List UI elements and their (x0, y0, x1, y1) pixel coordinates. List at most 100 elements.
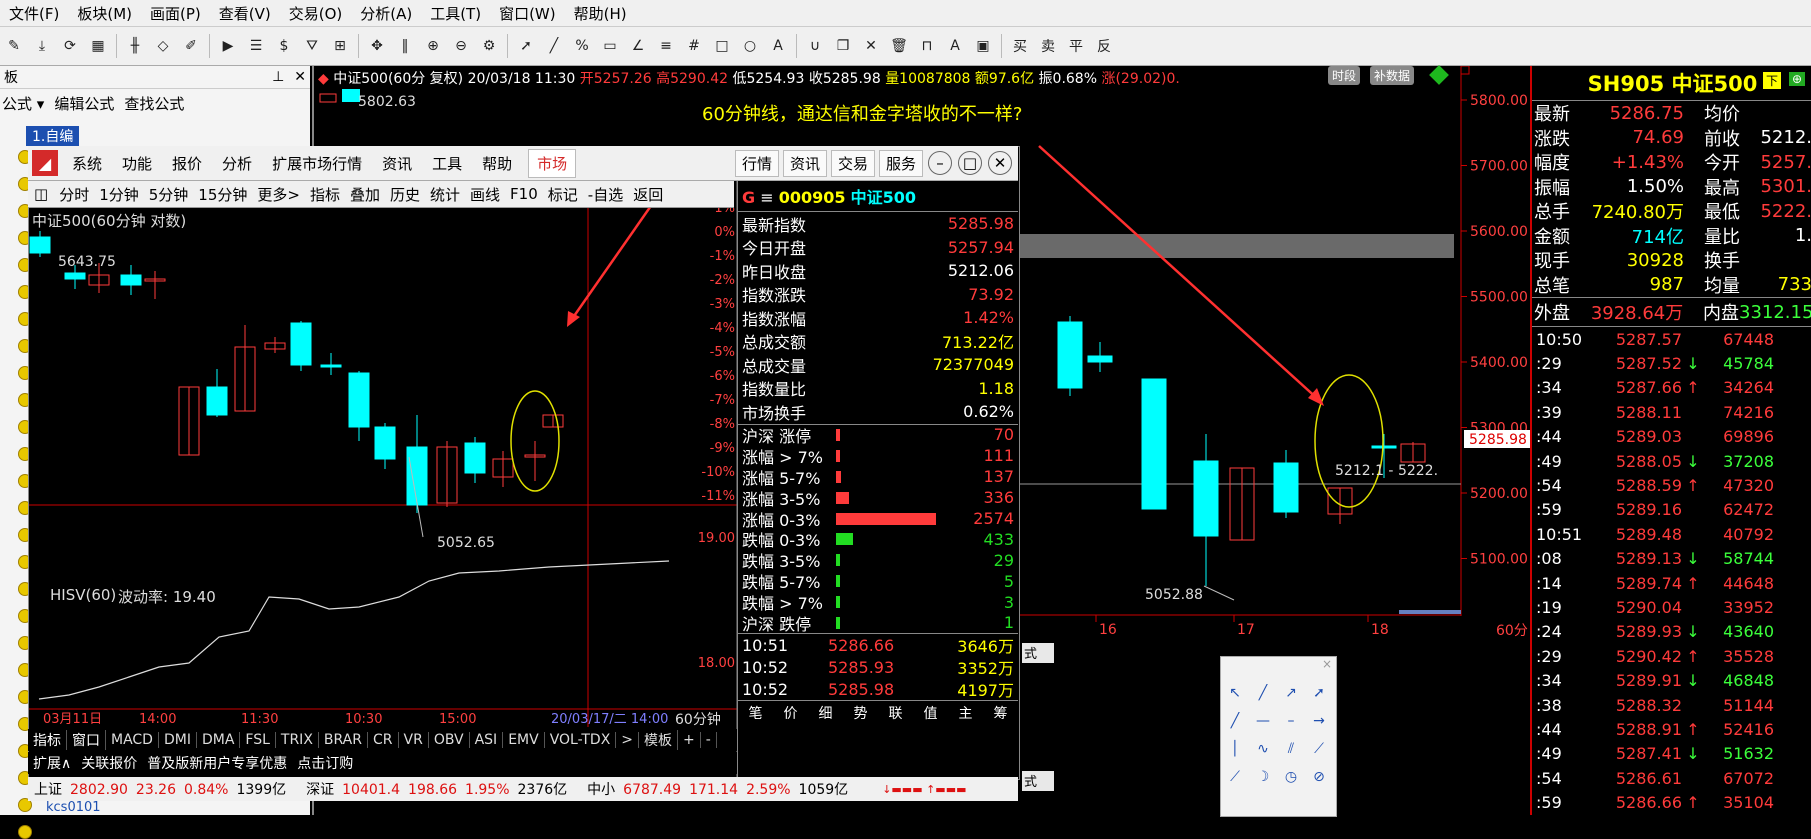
trash-icon[interactable]: 🗑 (888, 35, 910, 57)
palette-hray-icon[interactable]: → (1308, 710, 1330, 732)
indicator-tab[interactable]: 窗口 (67, 730, 106, 750)
down-btn-icon[interactable]: 下 (1762, 72, 1781, 89)
pin-icon[interactable]: ⊥ (272, 69, 284, 85)
quote-bottom-tab[interactable]: 细 (819, 703, 833, 723)
quote-menu-icon[interactable]: ≡ (760, 188, 773, 207)
indicator-tab[interactable]: VOL-TDX (545, 732, 617, 748)
palette-parallel-icon[interactable]: ⟋ (1224, 766, 1246, 788)
palette-channel-icon[interactable]: ⫽ (1280, 738, 1302, 760)
diamond-icon[interactable]: ◇ (152, 35, 174, 57)
indicator-tab[interactable]: DMA (197, 732, 241, 748)
switch-btn-icon[interactable]: ⊕ (1788, 72, 1805, 86)
chart-icon[interactable]: ⊞ (329, 35, 351, 57)
play-icon[interactable]: ▶ (217, 35, 239, 57)
indicator-tab[interactable]: VR (399, 732, 429, 748)
close-panel-icon[interactable]: ✕ (294, 69, 306, 85)
quote-bottom-tab[interactable]: 值 (924, 703, 938, 723)
window-menu-item[interactable]: 系统 (62, 153, 112, 174)
buy-icon[interactable]: 买 (1009, 35, 1031, 57)
window-nav-item[interactable]: 指标 (305, 184, 345, 205)
menu-item[interactable]: 板块(M) (68, 3, 141, 24)
palette-seg-icon[interactable]: ╱ (1224, 710, 1246, 732)
sell-icon[interactable]: 卖 (1037, 35, 1059, 57)
palette-pointer-icon[interactable]: ↖ (1224, 682, 1246, 704)
window-nav-item[interactable]: 画线 (465, 184, 505, 205)
indicator-tab[interactable]: TRIX (276, 732, 319, 748)
font-color-icon[interactable]: A (944, 35, 966, 57)
magnet-icon[interactable]: ∪ (804, 35, 826, 57)
window-nav-item[interactable]: 5分钟 (144, 184, 194, 205)
extension-tab[interactable]: 普及版新用户专享优惠 (142, 753, 292, 773)
index-status[interactable]: 上证 2802.90 23.26 0.84% 1399亿 (28, 779, 300, 799)
extension-tab[interactable]: 扩展∧ (28, 753, 76, 773)
style-button-2[interactable]: 式(N) (1022, 771, 1054, 805)
window-menu-item[interactable]: 功能 (112, 153, 162, 174)
palette-ellipse-icon[interactable]: ⊘ (1308, 766, 1330, 788)
circle-icon[interactable]: ○ (739, 35, 761, 57)
menu-item[interactable]: 工具(T) (421, 3, 490, 24)
extension-tab[interactable]: 点击订购 (292, 753, 358, 773)
palette-hseg-icon[interactable]: – (1280, 710, 1302, 732)
palette-vline-icon[interactable]: │ (1224, 738, 1246, 760)
palette-hline-icon[interactable]: — (1252, 710, 1274, 732)
palette-fan-icon[interactable]: ⟋ (1308, 738, 1330, 760)
indicator-tab[interactable]: - (701, 732, 717, 748)
zoom-in-icon[interactable]: ⊕ (422, 35, 444, 57)
reverse-icon[interactable]: 反 (1093, 35, 1115, 57)
quote-bottom-tab[interactable]: 势 (854, 703, 868, 723)
edit-icon[interactable]: ✐ (180, 35, 202, 57)
pointer-icon[interactable]: ➚ (515, 35, 537, 57)
palette-circle-icon[interactable]: ◷ (1280, 766, 1302, 788)
close-window-icon[interactable]: ✕ (988, 151, 1012, 175)
window-menu-item[interactable]: 报价 (162, 153, 212, 174)
palette-arc-icon[interactable]: ☽ (1252, 766, 1274, 788)
cursor-line-icon[interactable]: ‖ (394, 35, 416, 57)
menu-item[interactable]: 交易(O) (280, 3, 352, 24)
menu-item[interactable]: 查看(V) (210, 3, 280, 24)
window-nav-item[interactable]: 分时 (54, 184, 94, 205)
doc-icon[interactable]: ☰ (245, 35, 267, 57)
quote-bottom-tab[interactable]: 筹 (994, 703, 1008, 723)
save-icon[interactable]: ▣ (972, 35, 994, 57)
filter-icon[interactable]: ⛛ (301, 35, 323, 57)
menu-item[interactable]: 画面(P) (141, 3, 210, 24)
palette-ray-icon[interactable]: ↗ (1280, 682, 1302, 704)
refresh-icon[interactable]: ⟳ (59, 35, 81, 57)
window-nav-item[interactable]: 历史 (385, 184, 425, 205)
scroll-indicator[interactable] (1399, 610, 1461, 614)
palette-close-icon[interactable]: × (1221, 657, 1336, 679)
window-right-tab[interactable]: 服务 (878, 149, 923, 177)
window-nav-item[interactable]: 更多> (252, 184, 305, 205)
menu-item[interactable]: 窗口(W) (490, 3, 565, 24)
window-nav-item[interactable]: 叠加 (345, 184, 385, 205)
download-icon[interactable]: ⤓ (31, 35, 53, 57)
angle-icon[interactable]: ∠ (627, 35, 649, 57)
move-icon[interactable]: ✥ (366, 35, 388, 57)
nav-toggle-icon[interactable]: ◫ (28, 185, 54, 203)
quote-bottom-tab[interactable]: 联 (889, 703, 903, 723)
market-tab[interactable]: 市场 (528, 148, 577, 178)
menu-item[interactable]: 分析(A) (351, 3, 421, 24)
hash-icon[interactable]: # (683, 35, 705, 57)
palette-wave-icon[interactable]: ∿ (1252, 738, 1274, 760)
indicator-tab[interactable]: OBV (429, 732, 470, 748)
quote-bottom-tab[interactable]: 主 (959, 703, 973, 723)
maximize-icon[interactable]: □ (958, 151, 982, 175)
timeseg-button[interactable]: 时段 (1328, 66, 1361, 85)
indicator-tab[interactable]: BRAR (319, 732, 368, 748)
zoom-out-icon[interactable]: ⊖ (450, 35, 472, 57)
indicator-tab[interactable]: EMV (503, 732, 545, 748)
indicator-tab[interactable]: 模板 (639, 730, 679, 750)
menu-item[interactable]: 文件(F) (0, 3, 68, 24)
window-menu-item[interactable]: 扩展市场行情 (262, 153, 372, 174)
line-icon[interactable]: ╱ (543, 35, 565, 57)
minimize-icon[interactable]: – (928, 151, 952, 175)
window-menu-item[interactable]: 分析 (212, 153, 262, 174)
palette-line-icon[interactable]: ╱ (1252, 682, 1274, 704)
percent-icon[interactable]: % (571, 35, 593, 57)
window-menu-item[interactable]: 工具 (422, 153, 472, 174)
indicator-tab[interactable]: CR (368, 732, 399, 748)
settings-icon[interactable]: ⚙ (478, 35, 500, 57)
dollar-icon[interactable]: $ (273, 35, 295, 57)
palette-arrow-icon[interactable]: ➚ (1308, 682, 1330, 704)
